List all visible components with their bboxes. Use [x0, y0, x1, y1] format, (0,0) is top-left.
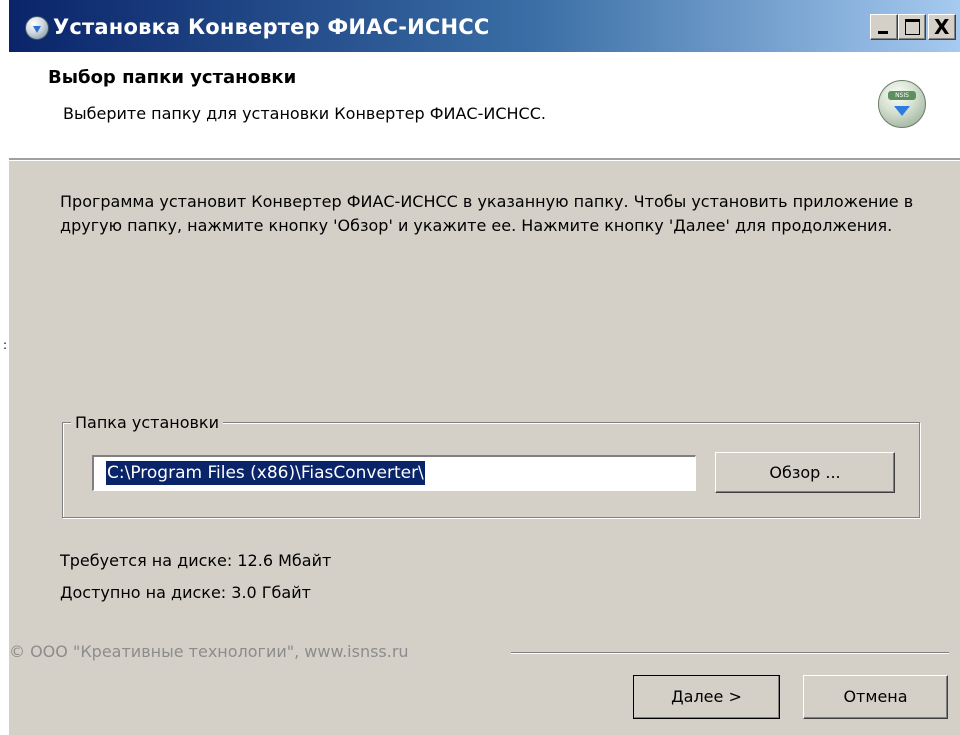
installer-badge: NSIS [888, 91, 916, 100]
installer-window: Установка Конвертер ФИАС-ИСНСС X Выбор п… [9, 0, 960, 735]
download-arrow-icon [894, 106, 910, 116]
page-title: Выбор папки установки [48, 67, 297, 88]
installer-disc-icon: NSIS [878, 80, 926, 128]
space-available: Доступно на диске: 3.0 Гбайт [60, 583, 311, 602]
window-title: Установка Конвертер ФИАС-ИСНСС [53, 15, 490, 39]
footer-divider [511, 652, 949, 654]
install-path-input[interactable]: C:\Program Files (x86)\FiasConverter\ [92, 455, 696, 491]
page-subtitle: Выберите папку для установки Конвертер Ф… [63, 104, 546, 123]
installer-app-icon [25, 16, 49, 40]
minimize-button[interactable] [870, 14, 898, 40]
install-path-value: C:\Program Files (x86)\FiasConverter\ [106, 461, 425, 485]
space-required: Требуется на диске: 12.6 Мбайт [60, 551, 332, 570]
branding-text: © ООО "Креативные технологии", www.isnss… [9, 642, 409, 661]
close-button[interactable]: X [928, 14, 956, 40]
title-bar[interactable]: Установка Конвертер ФИАС-ИСНСС X [9, 0, 960, 52]
edge-mark: : [3, 338, 7, 352]
close-icon: X [934, 15, 950, 39]
browse-button[interactable]: Обзор ... [715, 452, 895, 493]
instructions-text: Программа установит Конвертер ФИАС-ИСНСС… [60, 192, 914, 235]
maximize-button[interactable] [898, 14, 926, 40]
next-button[interactable]: Далее > [633, 675, 780, 719]
header-divider [9, 158, 960, 161]
desktop-edge [0, 0, 9, 735]
cancel-button[interactable]: Отмена [803, 675, 948, 719]
install-folder-label: Папка установки [71, 412, 223, 434]
